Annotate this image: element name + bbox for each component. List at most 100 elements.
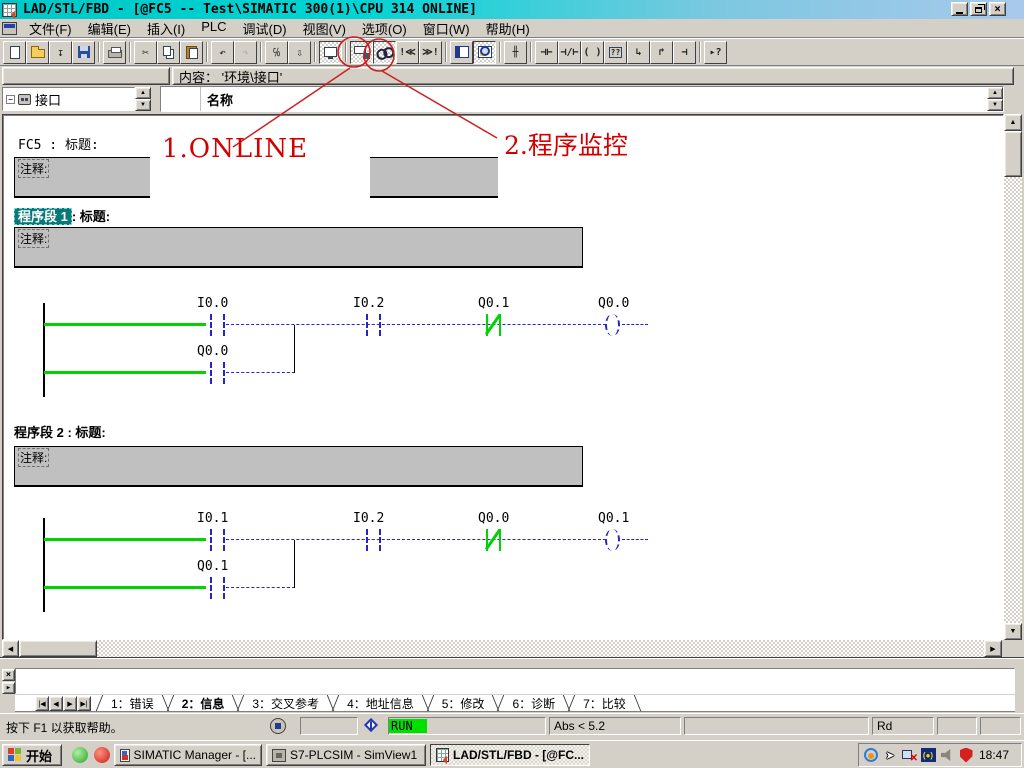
- start-button[interactable]: 开始: [2, 744, 62, 766]
- symbol-view-toggle[interactable]: [319, 41, 342, 64]
- output-coil[interactable]: [605, 529, 620, 551]
- tab-modify[interactable]: 5：修改: [428, 695, 499, 711]
- block-header[interactable]: FC5 : 标题:: [18, 134, 99, 153]
- hscroll-right-button[interactable]: ▶: [984, 640, 1002, 657]
- undo-button[interactable]: ↶: [211, 41, 234, 64]
- menu-file[interactable]: 文件(F): [21, 17, 80, 40]
- download-button[interactable]: ⇩: [288, 41, 311, 64]
- tab-diagnostics[interactable]: 6：诊断: [498, 695, 569, 711]
- network-error-icon[interactable]: [901, 747, 917, 763]
- no-contact-bar[interactable]: [366, 314, 368, 336]
- no-contact-bar[interactable]: [210, 577, 212, 599]
- no-contact-bar[interactable]: [223, 529, 225, 551]
- close-branch-button[interactable]: ↱: [650, 41, 673, 64]
- no-contact-bar[interactable]: [210, 314, 212, 336]
- restore-button[interactable]: [970, 2, 987, 16]
- decl-spin-down-button[interactable]: ▼: [987, 99, 1003, 111]
- interface-tree-label[interactable]: 接口: [35, 90, 61, 109]
- tab-cross-reference[interactable]: 3：交叉参考: [238, 695, 333, 711]
- hscroll-track[interactable]: [19, 640, 984, 657]
- menu-view[interactable]: 视图(V): [295, 17, 354, 40]
- paste-button[interactable]: [180, 41, 203, 64]
- no-contact-bar[interactable]: [223, 577, 225, 599]
- volume-icon[interactable]: [939, 747, 955, 763]
- call-structure-button[interactable]: ℅: [265, 41, 288, 64]
- network-2-comment-box[interactable]: 注释:: [14, 446, 583, 487]
- new-file-button[interactable]: [3, 41, 26, 64]
- no-contact-bar[interactable]: [210, 529, 212, 551]
- tab-last-button[interactable]: ▶|: [77, 696, 91, 711]
- task-simatic-manager[interactable]: SIMATIC Manager - [...: [114, 744, 262, 766]
- menu-help[interactable]: 帮助(H): [478, 17, 538, 40]
- hscroll-thumb[interactable]: [19, 640, 97, 657]
- tab-errors[interactable]: 1：错误: [97, 695, 168, 711]
- bottom-panel-close-button[interactable]: ×: [2, 669, 15, 681]
- app-icon[interactable]: [2, 3, 17, 17]
- save-button[interactable]: [72, 41, 95, 64]
- sync-swirl-icon[interactable]: [863, 747, 879, 763]
- help-cursor-button[interactable]: ▸?: [704, 41, 727, 64]
- bottom-panel-next-button[interactable]: ▸: [2, 682, 15, 694]
- tree-spin-up-button[interactable]: ▲: [135, 87, 151, 99]
- mouse-pointer-icon[interactable]: ➤: [882, 747, 898, 763]
- tab-address-info[interactable]: 4：地址信息: [333, 695, 428, 711]
- operand-label[interactable]: Q0.1: [478, 296, 509, 311]
- new-network-button[interactable]: ╫: [504, 41, 527, 64]
- online-toggle[interactable]: [350, 41, 373, 64]
- tab-info[interactable]: 2：信息: [168, 695, 239, 711]
- tab-comparison[interactable]: 7：比较: [569, 695, 640, 711]
- task-lad-stl-fbd[interactable]: LAD/STL/FBD - [@FC...: [430, 744, 590, 766]
- no-contact-bar[interactable]: [223, 362, 225, 384]
- contact-no-button[interactable]: ⊣⊢: [535, 41, 558, 64]
- vscroll-down-button[interactable]: ▼: [1004, 623, 1022, 640]
- network-1-header[interactable]: 程序段 1: 标题:: [14, 206, 110, 225]
- operand-label[interactable]: I0.2: [353, 511, 384, 526]
- no-contact-bar[interactable]: [223, 314, 225, 336]
- menu-plc[interactable]: PLC: [193, 17, 234, 40]
- tab-first-button[interactable]: |◀: [35, 696, 49, 711]
- next-error-button[interactable]: ≫!: [419, 41, 442, 64]
- no-contact-bar[interactable]: [379, 529, 381, 551]
- input-method-icon[interactable]: (●): [920, 747, 936, 763]
- print-button[interactable]: [103, 41, 126, 64]
- network-1-comment-box[interactable]: 注释:: [14, 227, 583, 268]
- operand-label[interactable]: Q0.1: [197, 559, 228, 574]
- operand-label[interactable]: I0.1: [197, 511, 228, 526]
- vscroll-track[interactable]: [1004, 131, 1022, 623]
- open-button[interactable]: [26, 41, 49, 64]
- operand-label[interactable]: I0.0: [197, 296, 228, 311]
- message-area[interactable]: [15, 668, 1015, 694]
- close-button[interactable]: ×: [989, 2, 1006, 16]
- empty-box-button[interactable]: ??: [604, 41, 627, 64]
- copy-button[interactable]: [157, 41, 180, 64]
- operand-label[interactable]: Q0.0: [598, 296, 629, 311]
- operand-label[interactable]: I0.2: [353, 296, 384, 311]
- quick-launch-red-icon[interactable]: [94, 747, 110, 763]
- no-contact-bar[interactable]: [210, 362, 212, 384]
- tree-spin-down-button[interactable]: ▼: [135, 99, 151, 111]
- coil-button[interactable]: ( ): [581, 41, 604, 64]
- detail-view-button[interactable]: [473, 41, 496, 64]
- tree-collapse-icon[interactable]: −: [6, 95, 15, 104]
- minimize-button[interactable]: [951, 2, 968, 16]
- program-monitor-toggle[interactable]: [373, 41, 396, 64]
- no-contact-bar[interactable]: [379, 314, 381, 336]
- network-1-label[interactable]: 程序段 1: [14, 208, 72, 225]
- hscroll-left-button[interactable]: ◀: [2, 640, 19, 657]
- operand-label[interactable]: Q0.1: [598, 511, 629, 526]
- vscroll-thumb[interactable]: [1004, 131, 1022, 177]
- open-branch-button[interactable]: ↳: [627, 41, 650, 64]
- overview-view-button[interactable]: [450, 41, 473, 64]
- menu-insert[interactable]: 插入(I): [139, 17, 193, 40]
- redo-button[interactable]: ↷: [234, 41, 257, 64]
- document-icon[interactable]: [2, 22, 17, 35]
- security-shield-icon[interactable]: [958, 747, 974, 763]
- prev-error-button[interactable]: !≪: [396, 41, 419, 64]
- interface-tree-box[interactable]: − 接口: [2, 87, 135, 111]
- t-branch-button[interactable]: ⊣: [673, 41, 696, 64]
- tab-prev-button[interactable]: ◀: [49, 696, 63, 711]
- no-contact-bar[interactable]: [366, 529, 368, 551]
- tab-next-button[interactable]: ▶: [63, 696, 77, 711]
- menu-debug[interactable]: 调试(D): [235, 17, 295, 40]
- task-s7-plcsim[interactable]: S7-PLCSIM - SimView1: [266, 744, 426, 766]
